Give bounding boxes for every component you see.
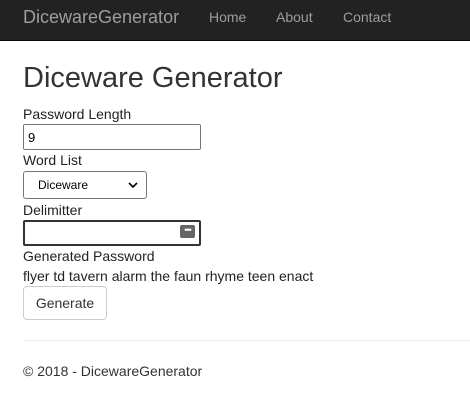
brand-link[interactable]: DicewareGenerator <box>23 7 179 28</box>
delimiter-input[interactable] <box>23 220 201 246</box>
navbar: DicewareGenerator Home About Contact <box>0 0 470 41</box>
nav-contact-link[interactable]: Contact <box>343 9 391 25</box>
word-list-selected-value: Diceware <box>38 178 89 192</box>
generated-password-value: flyer td tavern alarm the faun rhyme tee… <box>23 268 314 284</box>
page-title: Diceware Generator <box>23 62 283 94</box>
password-length-input[interactable] <box>23 124 201 150</box>
nav-home-link[interactable]: Home <box>209 9 246 25</box>
generated-password-label: Generated Password <box>23 248 155 264</box>
nav-about-link[interactable]: About <box>276 9 313 25</box>
footer-divider <box>23 340 470 341</box>
word-list-select[interactable]: Diceware <box>23 171 147 199</box>
password-manager-icon[interactable]: ••• <box>180 225 195 238</box>
footer-text: © 2018 - DicewareGenerator <box>23 363 203 379</box>
delimiter-label: Delimitter <box>23 202 83 218</box>
chevron-down-icon <box>128 182 138 189</box>
password-length-label: Password Length <box>23 106 132 122</box>
word-list-label: Word List <box>23 152 82 168</box>
generate-button[interactable]: Generate <box>23 286 107 320</box>
